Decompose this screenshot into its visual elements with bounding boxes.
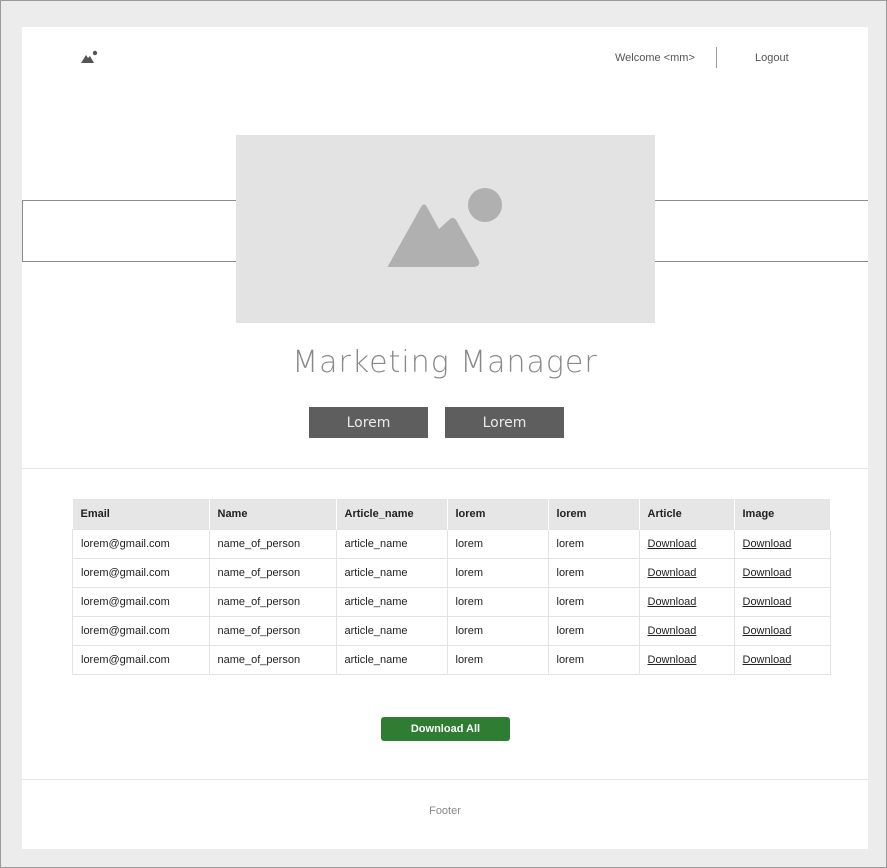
cell-lorem-2: lorem bbox=[547, 558, 640, 588]
download-article-link[interactable]: Download bbox=[638, 616, 735, 646]
cell-name: name_of_person bbox=[208, 529, 337, 559]
column-header-name: Name bbox=[209, 499, 337, 530]
image-logo-icon[interactable] bbox=[80, 50, 100, 64]
cell-name: name_of_person bbox=[208, 558, 337, 588]
download-article-link[interactable]: Download bbox=[638, 529, 735, 559]
table-row: lorem@gmail.com name_of_person article_n… bbox=[72, 616, 831, 646]
column-header-lorem-1: lorem bbox=[447, 499, 549, 530]
footer: Footer bbox=[429, 805, 461, 817]
cell-lorem-1: lorem bbox=[446, 558, 549, 588]
section-divider bbox=[22, 468, 868, 469]
page: Welcome <mm> Logout Marketing Manager Lo… bbox=[22, 27, 868, 849]
cell-email: lorem@gmail.com bbox=[72, 558, 210, 588]
lorem-button-1[interactable]: Lorem bbox=[309, 407, 428, 438]
logout-link[interactable]: Logout bbox=[755, 52, 789, 64]
cell-lorem-1: lorem bbox=[446, 616, 549, 646]
cell-lorem-1: lorem bbox=[446, 529, 549, 559]
column-header-article: Article bbox=[639, 499, 735, 530]
column-header-article-name: Article_name bbox=[336, 499, 448, 530]
cell-lorem-2: lorem bbox=[547, 529, 640, 559]
welcome-text: Welcome <mm> bbox=[615, 52, 695, 64]
data-table: Email Name Article_name lorem lorem Arti… bbox=[72, 499, 831, 675]
cell-lorem-2: lorem bbox=[547, 587, 640, 617]
download-all-button[interactable]: Download All bbox=[381, 717, 510, 741]
hero-image-placeholder bbox=[236, 135, 655, 323]
lorem-button-2[interactable]: Lorem bbox=[445, 407, 564, 438]
table-row: lorem@gmail.com name_of_person article_n… bbox=[72, 587, 831, 617]
cell-article-name: article_name bbox=[335, 645, 448, 675]
column-header-image: Image bbox=[734, 499, 831, 530]
cell-lorem-2: lorem bbox=[547, 645, 640, 675]
cell-email: lorem@gmail.com bbox=[72, 616, 210, 646]
cell-email: lorem@gmail.com bbox=[72, 645, 210, 675]
cell-email: lorem@gmail.com bbox=[72, 587, 210, 617]
download-article-link[interactable]: Download bbox=[638, 558, 735, 588]
cell-article-name: article_name bbox=[335, 558, 448, 588]
table-row: lorem@gmail.com name_of_person article_n… bbox=[72, 645, 831, 675]
cell-article-name: article_name bbox=[335, 616, 448, 646]
cell-name: name_of_person bbox=[208, 587, 337, 617]
cell-email: lorem@gmail.com bbox=[72, 529, 210, 559]
cell-lorem-1: lorem bbox=[446, 645, 549, 675]
page-title: Marketing Manager bbox=[292, 345, 598, 380]
cell-article-name: article_name bbox=[335, 587, 448, 617]
download-image-link[interactable]: Download bbox=[733, 587, 831, 617]
cell-lorem-1: lorem bbox=[446, 587, 549, 617]
table-row: lorem@gmail.com name_of_person article_n… bbox=[72, 558, 831, 588]
cell-article-name: article_name bbox=[335, 529, 448, 559]
table-header-row: Email Name Article_name lorem lorem Arti… bbox=[72, 499, 831, 530]
cell-name: name_of_person bbox=[208, 645, 337, 675]
download-image-link[interactable]: Download bbox=[733, 645, 831, 675]
header-divider bbox=[716, 47, 717, 68]
column-header-email: Email bbox=[72, 499, 210, 530]
download-image-link[interactable]: Download bbox=[733, 529, 831, 559]
image-placeholder-icon bbox=[387, 188, 502, 267]
cell-name: name_of_person bbox=[208, 616, 337, 646]
download-article-link[interactable]: Download bbox=[638, 587, 735, 617]
download-article-link[interactable]: Download bbox=[638, 645, 735, 675]
cell-lorem-2: lorem bbox=[547, 616, 640, 646]
table-row: lorem@gmail.com name_of_person article_n… bbox=[72, 529, 831, 559]
download-image-link[interactable]: Download bbox=[733, 558, 831, 588]
download-image-link[interactable]: Download bbox=[733, 616, 831, 646]
column-header-lorem-2: lorem bbox=[548, 499, 640, 530]
